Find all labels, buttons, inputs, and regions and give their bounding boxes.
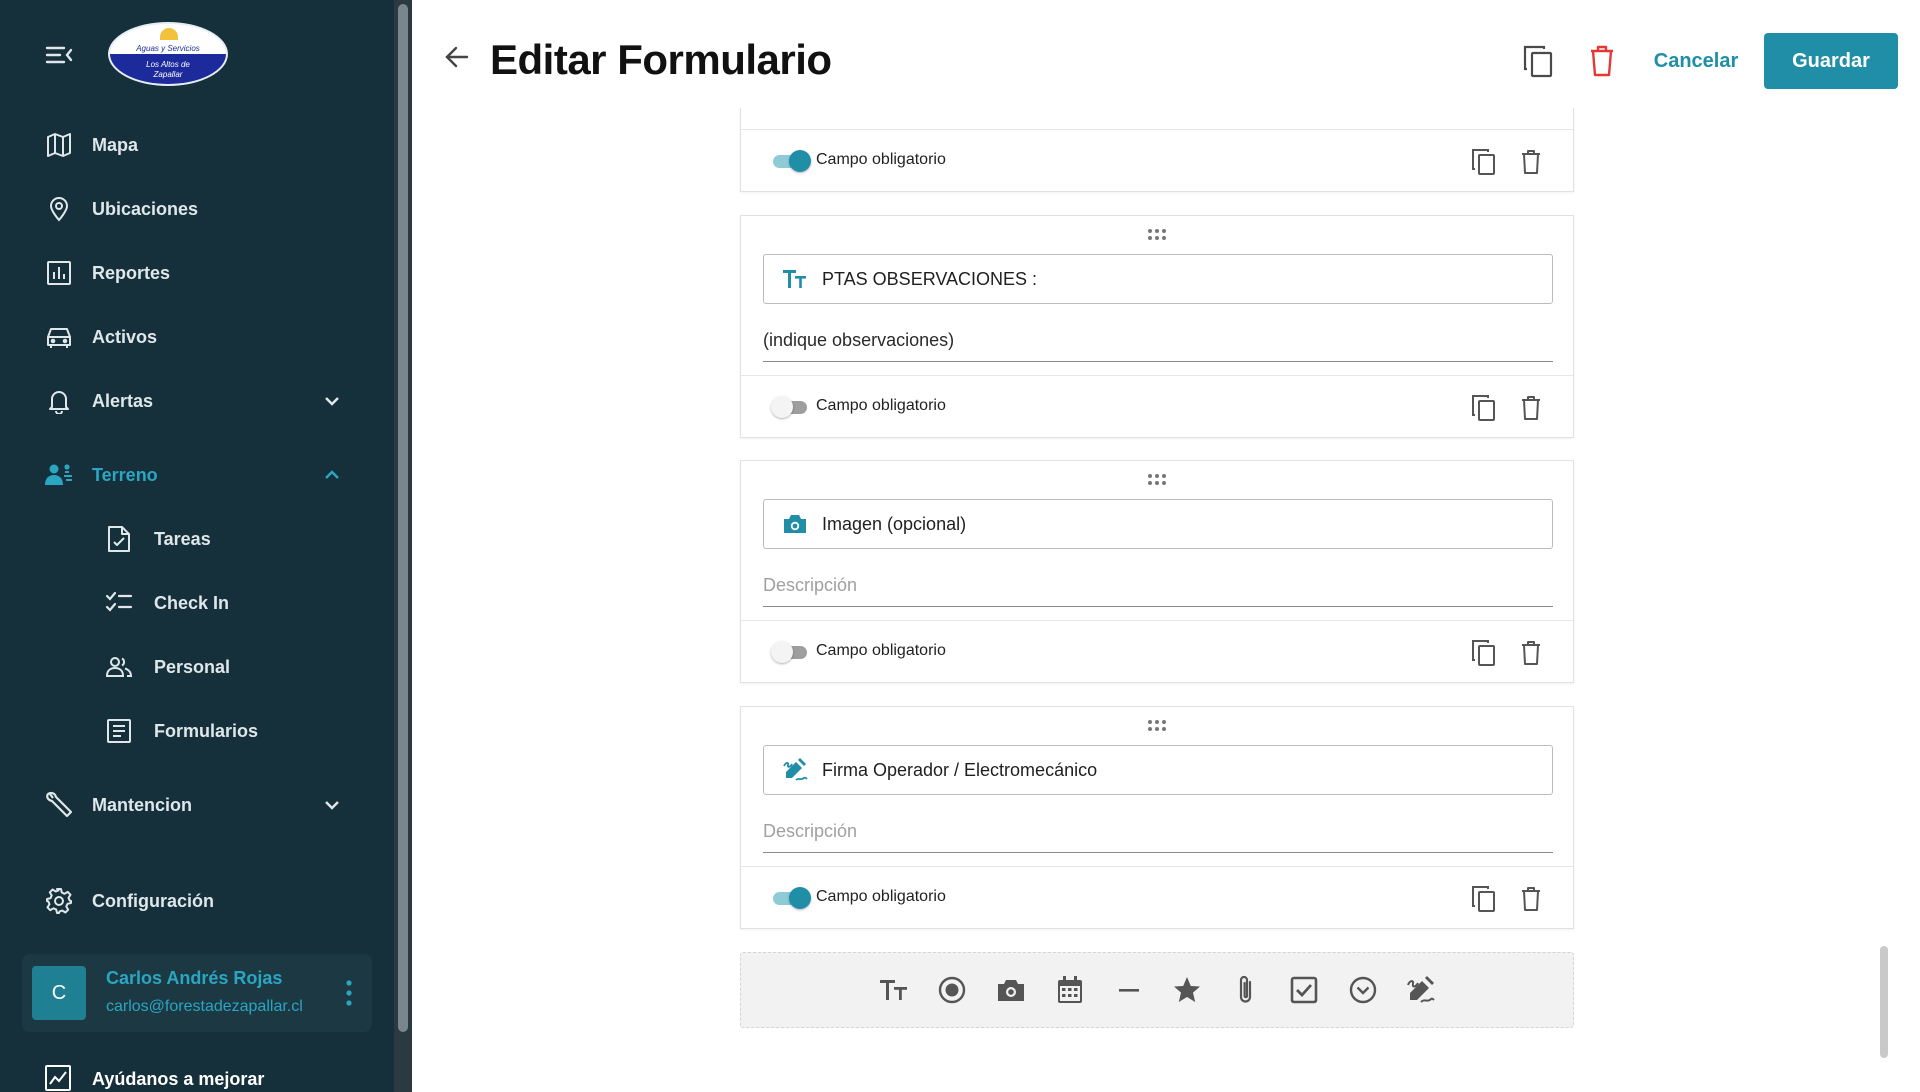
required-toggle[interactable] bbox=[771, 641, 811, 663]
content-scrollbar[interactable] bbox=[1876, 112, 1890, 1062]
more-vertical-icon[interactable] bbox=[342, 978, 356, 1008]
add-date-field-icon[interactable] bbox=[1053, 973, 1087, 1007]
add-checkbox-field-icon[interactable] bbox=[1287, 973, 1321, 1007]
required-toggle[interactable] bbox=[771, 887, 811, 909]
add-dropdown-field-icon[interactable] bbox=[1346, 973, 1380, 1007]
field-footer: Campo obligatorio bbox=[741, 620, 1573, 682]
drag-handle-icon[interactable] bbox=[1145, 228, 1169, 242]
form-field-card: Imagen (opcional) Descripción Campo obli… bbox=[740, 460, 1574, 683]
field-title-input[interactable]: PTAS OBSERVACIONES : bbox=[763, 254, 1553, 304]
form-list-icon bbox=[104, 716, 134, 746]
car-icon bbox=[44, 322, 74, 352]
add-text-field-icon[interactable] bbox=[877, 973, 911, 1007]
company-logo[interactable]: Aguas y Servicios Los Altos de Zapallar bbox=[108, 22, 228, 86]
add-image-field-icon[interactable] bbox=[994, 973, 1028, 1007]
page-title: Editar Formulario bbox=[490, 36, 832, 83]
drag-handle-icon[interactable] bbox=[1145, 719, 1169, 733]
checklist-icon bbox=[104, 588, 134, 618]
add-attachment-field-icon[interactable] bbox=[1229, 973, 1263, 1007]
delete-form-icon[interactable] bbox=[1586, 44, 1618, 78]
add-radio-field-icon[interactable] bbox=[935, 973, 969, 1007]
delete-field-icon[interactable] bbox=[1519, 394, 1543, 422]
field-footer: Campo obligatorio bbox=[741, 866, 1573, 928]
delete-field-icon[interactable] bbox=[1519, 148, 1543, 176]
bell-icon bbox=[44, 386, 74, 416]
gear-icon bbox=[44, 886, 74, 916]
duplicate-field-icon[interactable] bbox=[1471, 394, 1497, 422]
map-icon bbox=[44, 130, 74, 160]
required-toggle[interactable] bbox=[771, 150, 811, 172]
add-signature-field-icon[interactable] bbox=[1404, 973, 1438, 1007]
drag-handle-icon[interactable] bbox=[1145, 473, 1169, 487]
form-field-card: Campo obligatorio bbox=[740, 108, 1574, 192]
duplicate-field-icon[interactable] bbox=[1471, 148, 1497, 176]
location-pin-icon bbox=[44, 194, 74, 224]
sidebar-item-alertas[interactable]: Alertas bbox=[44, 383, 153, 419]
required-toggle[interactable] bbox=[771, 396, 811, 418]
field-title-input[interactable]: Imagen (opcional) bbox=[763, 499, 1553, 549]
delete-field-icon[interactable] bbox=[1519, 885, 1543, 913]
text-type-icon bbox=[782, 266, 808, 292]
user-name: Carlos Andrés Rojas bbox=[106, 968, 283, 988]
required-label: Campo obligatorio bbox=[816, 397, 946, 414]
feedback-icon bbox=[44, 1064, 74, 1092]
add-divider-icon[interactable] bbox=[1112, 973, 1146, 1007]
field-workers-icon bbox=[44, 460, 74, 490]
field-description-input[interactable]: Descripción bbox=[763, 573, 1553, 607]
required-label: Campo obligatorio bbox=[816, 888, 946, 905]
sidebar-item-mantencion[interactable]: Mantencion bbox=[44, 787, 192, 823]
bar-chart-icon bbox=[44, 258, 74, 288]
sidebar-item-reportes[interactable]: Reportes bbox=[44, 255, 170, 291]
alertas-chevron-down-icon[interactable] bbox=[320, 389, 344, 413]
menu-collapse-icon[interactable] bbox=[44, 40, 74, 70]
required-label: Campo obligatorio bbox=[816, 151, 946, 168]
sidebar-subitem-formularios[interactable]: Formularios bbox=[104, 713, 258, 749]
duplicate-field-icon[interactable] bbox=[1471, 885, 1497, 913]
user-email: carlos@forestadezapallar.cl bbox=[106, 998, 303, 1015]
sidebar-item-ubicaciones[interactable]: Ubicaciones bbox=[44, 191, 198, 227]
sidebar-subitem-tareas[interactable]: Tareas bbox=[104, 521, 211, 557]
task-document-icon bbox=[104, 524, 134, 554]
sidebar: Aguas y Servicios Los Altos de Zapallar M… bbox=[0, 0, 394, 1092]
camera-icon bbox=[782, 511, 808, 537]
field-description-input[interactable]: (indique observaciones) bbox=[763, 328, 1553, 362]
mantencion-chevron-down-icon[interactable] bbox=[320, 793, 344, 817]
save-button[interactable]: Guardar bbox=[1764, 33, 1898, 89]
duplicate-field-icon[interactable] bbox=[1471, 639, 1497, 667]
sidebar-item-configuracion[interactable]: Configuración bbox=[44, 883, 214, 919]
sidebar-item-mapa[interactable]: Mapa bbox=[44, 127, 138, 163]
sidebar-item-terreno[interactable]: Terreno bbox=[44, 457, 158, 493]
sidebar-subitem-checkin[interactable]: Check In bbox=[104, 585, 229, 621]
cancel-button[interactable]: Cancelar bbox=[1640, 34, 1752, 88]
sidebar-scrollbar[interactable] bbox=[394, 0, 412, 1092]
wrench-icon bbox=[44, 790, 74, 820]
signature-icon bbox=[782, 757, 808, 783]
sidebar-item-help[interactable]: Ayúdanos a mejorar bbox=[44, 1064, 264, 1092]
duplicate-form-icon[interactable] bbox=[1522, 44, 1554, 78]
add-rating-field-icon[interactable] bbox=[1170, 973, 1204, 1007]
delete-field-icon[interactable] bbox=[1519, 639, 1543, 667]
form-field-card: Firma Operador / Electromecánico Descrip… bbox=[740, 706, 1574, 929]
avatar: C bbox=[32, 966, 86, 1020]
sidebar-subitem-personal[interactable]: Personal bbox=[104, 649, 230, 685]
user-card[interactable]: C Carlos Andrés Rojas carlos@forestadeza… bbox=[22, 954, 372, 1032]
terreno-chevron-up-icon[interactable] bbox=[320, 463, 344, 487]
field-footer: Campo obligatorio bbox=[741, 129, 1573, 191]
field-description-input[interactable]: Descripción bbox=[763, 819, 1553, 853]
field-footer: Campo obligatorio bbox=[741, 375, 1573, 437]
field-title-input[interactable]: Firma Operador / Electromecánico bbox=[763, 745, 1553, 795]
sidebar-item-activos[interactable]: Activos bbox=[44, 319, 157, 355]
form-field-card: PTAS OBSERVACIONES : (indique observacio… bbox=[740, 215, 1574, 438]
people-icon bbox=[104, 652, 134, 682]
back-arrow-icon[interactable] bbox=[440, 40, 474, 74]
add-field-toolbar bbox=[740, 952, 1574, 1028]
required-label: Campo obligatorio bbox=[816, 642, 946, 659]
